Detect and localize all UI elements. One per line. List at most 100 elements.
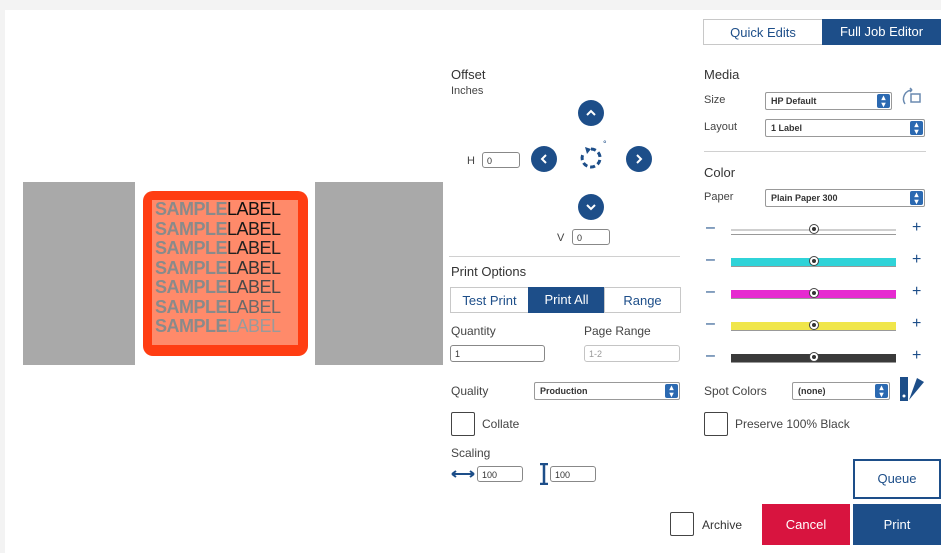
quality-select[interactable]: Production ▴ ▾ [534,382,680,400]
decrease-magenta-button[interactable]: – [706,283,715,301]
spot-colors-label: Spot Colors [704,384,767,398]
yellow-slider-thumb[interactable] [808,320,819,330]
select-arrows-icon: ▴ ▾ [910,121,923,136]
label-word: LABEL [227,218,281,239]
archive-checkbox[interactable] [670,512,694,536]
color-swatch-icon[interactable] [899,376,927,402]
offset-h-input[interactable]: 0 [482,152,520,168]
cancel-button[interactable]: Cancel [762,504,850,545]
collate-checkbox[interactable] [451,412,475,436]
queue-button[interactable]: Queue [853,459,941,499]
increase-black-button[interactable]: + [912,347,921,365]
segment-range[interactable]: Range [604,287,681,313]
sample-label-row: SAMPLELABEL [155,257,281,278]
quality-label: Quality [451,384,489,398]
chevron-up-icon [586,109,596,116]
tab-full-job-editor[interactable]: Full Job Editor [822,19,941,45]
sample-label-row: SAMPLELABEL [155,278,281,297]
spot-colors-value: (none) [798,386,826,396]
quality-value: Production [540,386,588,396]
offset-up-button[interactable] [578,100,604,126]
cyan-slider-thumb[interactable] [808,256,819,266]
select-arrows-icon: ▴ ▾ [877,94,890,109]
divider [704,151,926,152]
sample-label-row: SAMPLELABEL [155,317,281,336]
page-range-label: Page Range [584,324,651,338]
label-word: LABEL [227,199,281,219]
label-word: LABEL [227,296,281,317]
sample-word: SAMPLE [155,199,228,219]
quantity-input[interactable]: 1 [450,345,545,362]
sample-word: SAMPLE [155,218,228,239]
offset-down-button[interactable] [578,194,604,220]
paper-select[interactable]: Plain Paper 300 ▴ ▾ [765,189,925,207]
sample-word: SAMPLE [155,238,228,258]
page-range-input[interactable]: 1-2 [584,345,680,362]
offset-title: Offset [451,67,486,82]
paper-value: Plain Paper 300 [771,193,838,203]
quantity-label: Quantity [451,324,496,338]
decrease-cyan-button[interactable]: – [706,251,715,269]
scale-horizontal-input[interactable]: 100 [477,466,523,482]
layout-label: Layout [704,121,738,133]
label-word: LABEL [227,238,281,258]
sample-word: SAMPLE [155,257,228,278]
layout-select[interactable]: 1 Label ▴ ▾ [765,119,925,137]
offset-v-label: V [557,232,565,244]
decrease-black-button[interactable]: – [706,347,715,365]
offset-units: Inches [451,85,484,97]
print-button[interactable]: Print [853,504,941,545]
size-label: Size [704,94,726,106]
paper-label: Paper [704,191,734,203]
archive-label: Archive [702,518,743,532]
chevron-down-icon [586,204,596,211]
black-slider-thumb[interactable] [808,352,819,362]
label-word: LABEL [227,316,281,336]
rotation-degree: ° [603,139,607,149]
vertical-scale-icon [540,463,548,485]
collate-label: Collate [482,417,520,431]
offset-right-button[interactable] [626,146,652,172]
sample-word: SAMPLE [155,296,228,317]
spot-colors-select[interactable]: (none) ▴ ▾ [792,382,890,400]
increase-yellow-button[interactable]: + [912,315,921,333]
sample-label-row: SAMPLELABEL [155,296,281,317]
preserve-black-label: Preserve 100% Black [735,417,850,431]
overall-slider-thumb[interactable] [808,224,819,234]
increase-cyan-button[interactable]: + [912,251,921,269]
print-options-title: Print Options [451,264,527,279]
offset-left-button[interactable] [531,146,557,172]
chevron-left-icon [540,154,547,164]
increase-magenta-button[interactable]: + [912,283,921,301]
sample-word: SAMPLE [155,277,228,297]
horizontal-scale-icon [451,470,475,478]
orientation-icon[interactable] [900,87,924,111]
offset-v-input[interactable]: 0 [572,229,610,245]
scaling-label: Scaling [451,446,491,460]
scale-vertical-input[interactable]: 100 [550,466,596,482]
rotate-button[interactable]: ° [576,139,607,173]
chevron-right-icon [636,154,643,164]
color-title: Color [704,165,736,180]
divider [449,256,680,257]
preserve-black-checkbox[interactable] [704,412,728,436]
sample-label-row: SAMPLELABEL [155,239,281,258]
decrease-overall-button[interactable]: – [706,219,715,237]
layout-value: 1 Label [771,123,803,133]
tab-quick-edits[interactable]: Quick Edits [703,19,823,45]
offset-h-label: H [467,155,475,167]
segment-test-print[interactable]: Test Print [450,287,529,313]
magenta-slider-thumb[interactable] [808,288,819,298]
rotate-icon [580,147,602,169]
select-arrows-icon: ▴ ▾ [665,384,678,399]
select-arrows-icon: ▴ ▾ [875,384,888,399]
size-select[interactable]: HP Default ▴ ▾ [765,92,892,110]
size-value: HP Default [771,96,817,106]
sample-label-row: SAMPLELABEL [155,200,281,219]
segment-print-all[interactable]: Print All [528,287,605,313]
decrease-yellow-button[interactable]: – [706,315,715,333]
select-arrows-icon: ▴ ▾ [910,191,923,206]
increase-overall-button[interactable]: + [912,219,921,237]
sample-word: SAMPLE [155,316,228,336]
label-word: LABEL [227,277,281,297]
